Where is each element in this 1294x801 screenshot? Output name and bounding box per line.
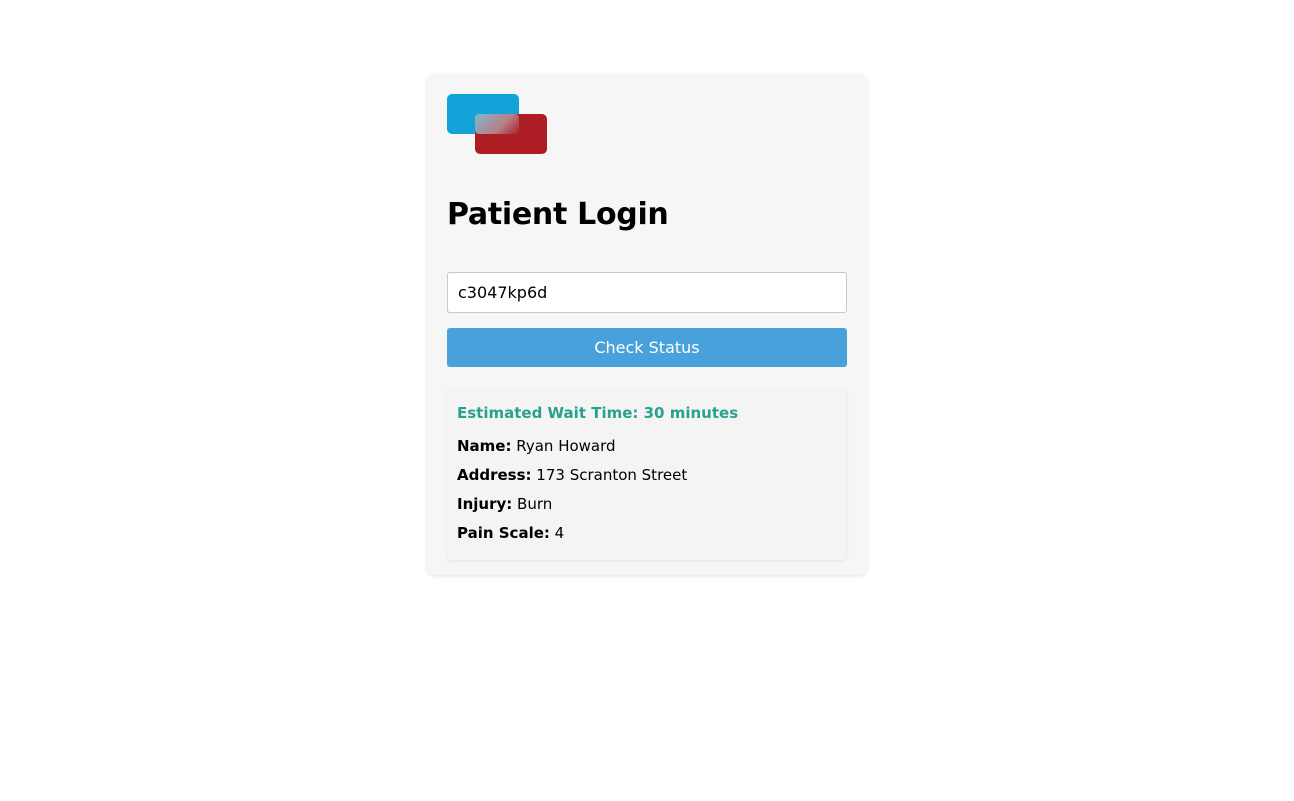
name-label: Name: — [457, 437, 512, 455]
patient-code-input[interactable] — [447, 272, 847, 313]
address-row: Address: 173 Scranton Street — [457, 461, 837, 490]
login-card: Patient Login Check Status Estimated Wai… — [427, 74, 867, 575]
app-logo — [447, 94, 547, 154]
injury-value: Burn — [517, 495, 553, 513]
pain-scale-value: 4 — [554, 524, 565, 542]
name-value: Ryan Howard — [516, 437, 616, 455]
name-row: Name: Ryan Howard — [457, 432, 837, 461]
page-title: Patient Login — [447, 197, 669, 232]
pain-scale-row: Pain Scale: 4 — [457, 519, 837, 548]
logo-overlap-shape — [475, 114, 519, 134]
wait-time-label: Estimated Wait Time: — [457, 404, 639, 422]
status-panel: Estimated Wait Time: 30 minutes Name: Ry… — [447, 389, 847, 560]
address-label: Address: — [457, 466, 532, 484]
check-status-button[interactable]: Check Status — [447, 328, 847, 367]
wait-time-value: 30 minutes — [643, 404, 739, 422]
wait-time-row: Estimated Wait Time: 30 minutes — [457, 403, 837, 427]
address-value: 173 Scranton Street — [536, 466, 688, 484]
injury-row: Injury: Burn — [457, 490, 837, 519]
injury-label: Injury: — [457, 495, 513, 513]
pain-scale-label: Pain Scale: — [457, 524, 550, 542]
